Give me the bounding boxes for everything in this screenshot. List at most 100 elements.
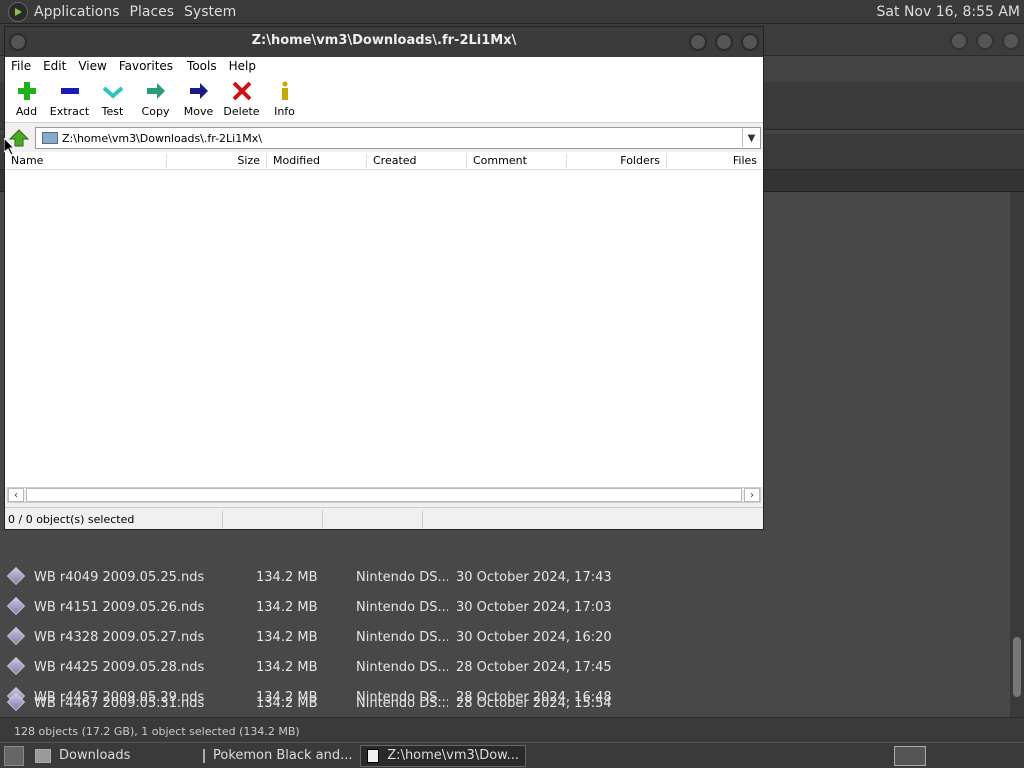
window-menu-button[interactable] bbox=[9, 33, 27, 51]
copy-button[interactable]: Copy bbox=[134, 75, 177, 123]
taskbar-label: Downloads bbox=[59, 748, 131, 763]
status-selection: 0 / 0 object(s) selected bbox=[5, 510, 223, 528]
status-packed bbox=[323, 510, 423, 528]
taskbar-item-downloads[interactable]: Downloads bbox=[28, 745, 188, 767]
taskbar: Downloads Pokemon Black and... Z:\home\v… bbox=[0, 742, 1024, 768]
extract-button[interactable]: Extract bbox=[48, 75, 91, 123]
file-type: Nintendo DS... bbox=[356, 569, 448, 585]
nds-file-icon bbox=[6, 692, 26, 712]
maximize-button[interactable] bbox=[715, 33, 733, 51]
toolbar: Add Extract Test Copy Move Delete Info bbox=[5, 75, 763, 123]
taskbar-item-7zip[interactable]: Z:\home\vm3\Dow... bbox=[360, 744, 526, 767]
delete-button[interactable]: Delete bbox=[220, 75, 263, 123]
nds-file-icon bbox=[6, 566, 26, 586]
file-row[interactable]: WB r4049 2009.05.25.nds 134.2 MB Nintend… bbox=[0, 562, 1010, 592]
nds-file-icon bbox=[6, 626, 26, 646]
nds-file-icon bbox=[6, 596, 26, 616]
file-size: 134.2 MB bbox=[256, 659, 318, 675]
menu-favorites[interactable]: Favorites bbox=[119, 59, 173, 73]
menu-help[interactable]: Help bbox=[229, 59, 256, 73]
7zip-icon bbox=[367, 748, 380, 763]
column-name[interactable]: Name bbox=[5, 154, 167, 168]
file-size: 134.2 MB bbox=[256, 629, 318, 645]
status-bar: 0 / 0 object(s) selected bbox=[5, 507, 763, 529]
path-bar: Z:\home\vm3\Downloads\.fr-2Li1Mx\ ▼ bbox=[5, 125, 763, 151]
file-list[interactable] bbox=[5, 170, 763, 487]
menu-applications[interactable]: Applications bbox=[34, 4, 120, 20]
file-type: Nintendo DS... bbox=[356, 629, 448, 645]
column-modified[interactable]: Modified bbox=[267, 154, 367, 168]
file-date: 30 October 2024, 17:03 bbox=[456, 599, 612, 615]
delete-x-icon bbox=[231, 80, 253, 102]
file-type: Nintendo DS... bbox=[356, 659, 448, 675]
taskbar-item-pokemon[interactable]: Pokemon Black and... bbox=[196, 745, 356, 767]
file-row[interactable]: WB r4328 2009.05.27.nds 134.2 MB Nintend… bbox=[0, 622, 1010, 652]
file-row[interactable]: WB r4467 2009.05.31.nds 134.2 MB Nintend… bbox=[0, 688, 1010, 718]
bg-maximize-button[interactable] bbox=[976, 32, 994, 50]
column-header: Name Size Modified Created Comment Folde… bbox=[5, 152, 763, 170]
status-size bbox=[223, 510, 323, 528]
file-name: WB r4151 2009.05.26.nds bbox=[34, 599, 205, 615]
test-button[interactable]: Test bbox=[91, 75, 134, 123]
workspace-switcher[interactable] bbox=[894, 745, 926, 766]
extract-label: Extract bbox=[49, 105, 90, 118]
minimize-button[interactable] bbox=[689, 33, 707, 51]
folder-icon bbox=[35, 748, 51, 763]
menu-file[interactable]: File bbox=[11, 59, 31, 73]
test-label: Test bbox=[101, 105, 124, 118]
menu-system[interactable]: System bbox=[184, 4, 236, 20]
bg-scroll-thumb[interactable] bbox=[1013, 637, 1021, 697]
window-title: Z:\home\vm3\Downloads\.fr-2Li1Mx\ bbox=[251, 33, 517, 48]
menu-places[interactable]: Places bbox=[130, 4, 175, 20]
file-row[interactable]: WB r4425 2009.05.28.nds 134.2 MB Nintend… bbox=[0, 652, 1010, 682]
scroll-track[interactable] bbox=[26, 488, 742, 502]
add-button[interactable]: Add bbox=[5, 75, 48, 123]
file-name: WB r4049 2009.05.25.nds bbox=[34, 569, 205, 585]
file-type: Nintendo DS... bbox=[356, 599, 448, 615]
info-button[interactable]: Info bbox=[263, 75, 306, 123]
column-folders[interactable]: Folders bbox=[567, 154, 667, 168]
file-date: 28 October 2024, 17:45 bbox=[456, 659, 612, 675]
file-size: 134.2 MB bbox=[256, 569, 318, 585]
path-input[interactable]: Z:\home\vm3\Downloads\.fr-2Li1Mx\ ▼ bbox=[35, 127, 761, 149]
scroll-right-icon[interactable]: › bbox=[744, 488, 760, 502]
show-desktop-icon[interactable] bbox=[4, 745, 24, 766]
file-name: WB r4425 2009.05.28.nds bbox=[34, 659, 205, 675]
folder-icon bbox=[42, 132, 58, 144]
menu-tools[interactable]: Tools bbox=[187, 59, 217, 73]
clock[interactable]: Sat Nov 16, 8:55 AM bbox=[877, 4, 1020, 20]
menu-bar: File Edit View Favorites Tools Help bbox=[5, 57, 763, 75]
bg-minimize-button[interactable] bbox=[950, 32, 968, 50]
7zip-window: Z:\home\vm3\Downloads\.fr-2Li1Mx\ File E… bbox=[4, 26, 764, 530]
copy-arrow-icon bbox=[145, 80, 167, 102]
file-type: Nintendo DS... bbox=[356, 695, 448, 711]
nds-file-icon bbox=[6, 656, 26, 676]
close-button[interactable] bbox=[741, 33, 759, 51]
bg-status-bar: 128 objects (17.2 GB), 1 object selected… bbox=[0, 717, 1024, 742]
bg-close-button[interactable] bbox=[1002, 32, 1020, 50]
status-extra bbox=[423, 510, 763, 528]
file-date: 30 October 2024, 17:43 bbox=[456, 569, 612, 585]
menu-view[interactable]: View bbox=[78, 59, 106, 73]
chevron-down-icon[interactable]: ▼ bbox=[742, 129, 760, 147]
column-created[interactable]: Created bbox=[367, 154, 467, 168]
app-icon bbox=[203, 748, 205, 763]
horizontal-scrollbar[interactable]: ‹ › bbox=[7, 487, 761, 503]
bg-vertical-scrollbar[interactable] bbox=[1010, 192, 1024, 717]
file-size: 134.2 MB bbox=[256, 695, 318, 711]
7zip-titlebar[interactable]: Z:\home\vm3\Downloads\.fr-2Li1Mx\ bbox=[5, 27, 763, 57]
distro-logo-icon[interactable] bbox=[8, 1, 28, 22]
move-button[interactable]: Move bbox=[177, 75, 220, 123]
check-icon bbox=[102, 80, 124, 102]
column-size[interactable]: Size bbox=[167, 154, 267, 168]
column-comment[interactable]: Comment bbox=[467, 154, 567, 168]
column-files[interactable]: Files bbox=[667, 154, 763, 168]
mouse-cursor-icon bbox=[4, 138, 14, 156]
info-icon bbox=[274, 80, 296, 102]
taskbar-label: Z:\home\vm3\Dow... bbox=[387, 748, 519, 763]
file-date: 30 October 2024, 16:20 bbox=[456, 629, 612, 645]
menu-edit[interactable]: Edit bbox=[43, 59, 66, 73]
top-panel: Applications Places System Sat Nov 16, 8… bbox=[0, 0, 1024, 24]
file-row[interactable]: WB r4151 2009.05.26.nds 134.2 MB Nintend… bbox=[0, 592, 1010, 622]
scroll-left-icon[interactable]: ‹ bbox=[8, 488, 24, 502]
